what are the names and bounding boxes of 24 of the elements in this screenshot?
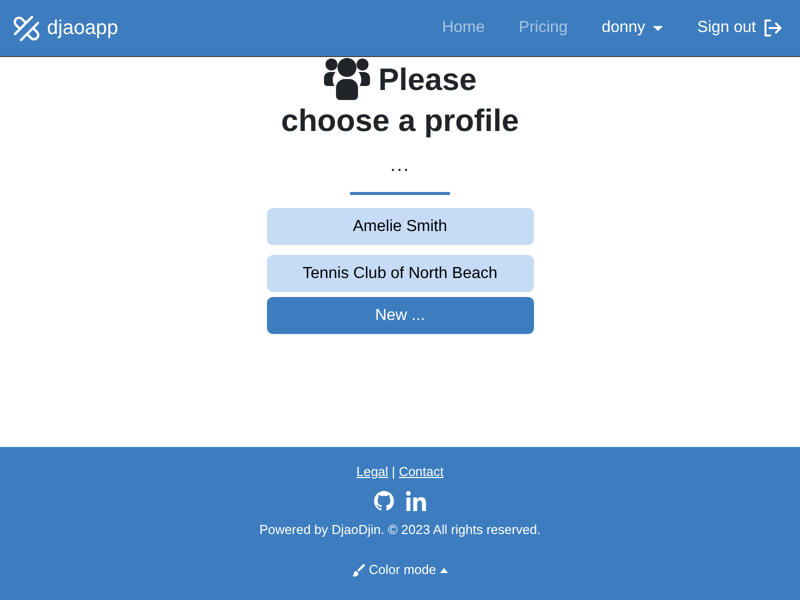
new-profile-button[interactable]: New ... <box>266 297 534 334</box>
separator-text: | <box>392 464 396 480</box>
status-text: ... <box>390 153 410 178</box>
title-text: Please <box>378 62 477 97</box>
footer-link[interactable]: Contact <box>398 464 444 480</box>
users-icon <box>323 57 372 100</box>
caret-icon <box>653 26 664 30</box>
paintbrush-icon <box>352 564 365 576</box>
copyright-text: Powered by DjaoDjin. © 2023 All rights reserved. <box>259 520 541 539</box>
profile-button[interactable]: Tennis Club of North Beach <box>266 255 534 292</box>
sign-out-icon <box>764 19 782 37</box>
footer-link[interactable]: Legal <box>356 464 388 480</box>
linkedin-icon[interactable] <box>406 490 426 511</box>
sign-out-link[interactable]: Sign out <box>697 16 782 40</box>
title-text: choose a profile <box>281 103 519 138</box>
color-mode-button[interactable]: Color mode <box>348 560 452 580</box>
logo-icon <box>12 14 41 42</box>
profile-button[interactable]: Amelie Smith <box>266 208 534 245</box>
brand-link[interactable]: djaoapp <box>12 13 118 43</box>
nav-link[interactable]: Home <box>442 16 485 40</box>
user-menu-link[interactable]: donny <box>602 16 664 40</box>
github-icon[interactable] <box>374 490 394 511</box>
caret-icon <box>440 568 448 572</box>
nav-link[interactable]: Pricing <box>518 16 568 40</box>
